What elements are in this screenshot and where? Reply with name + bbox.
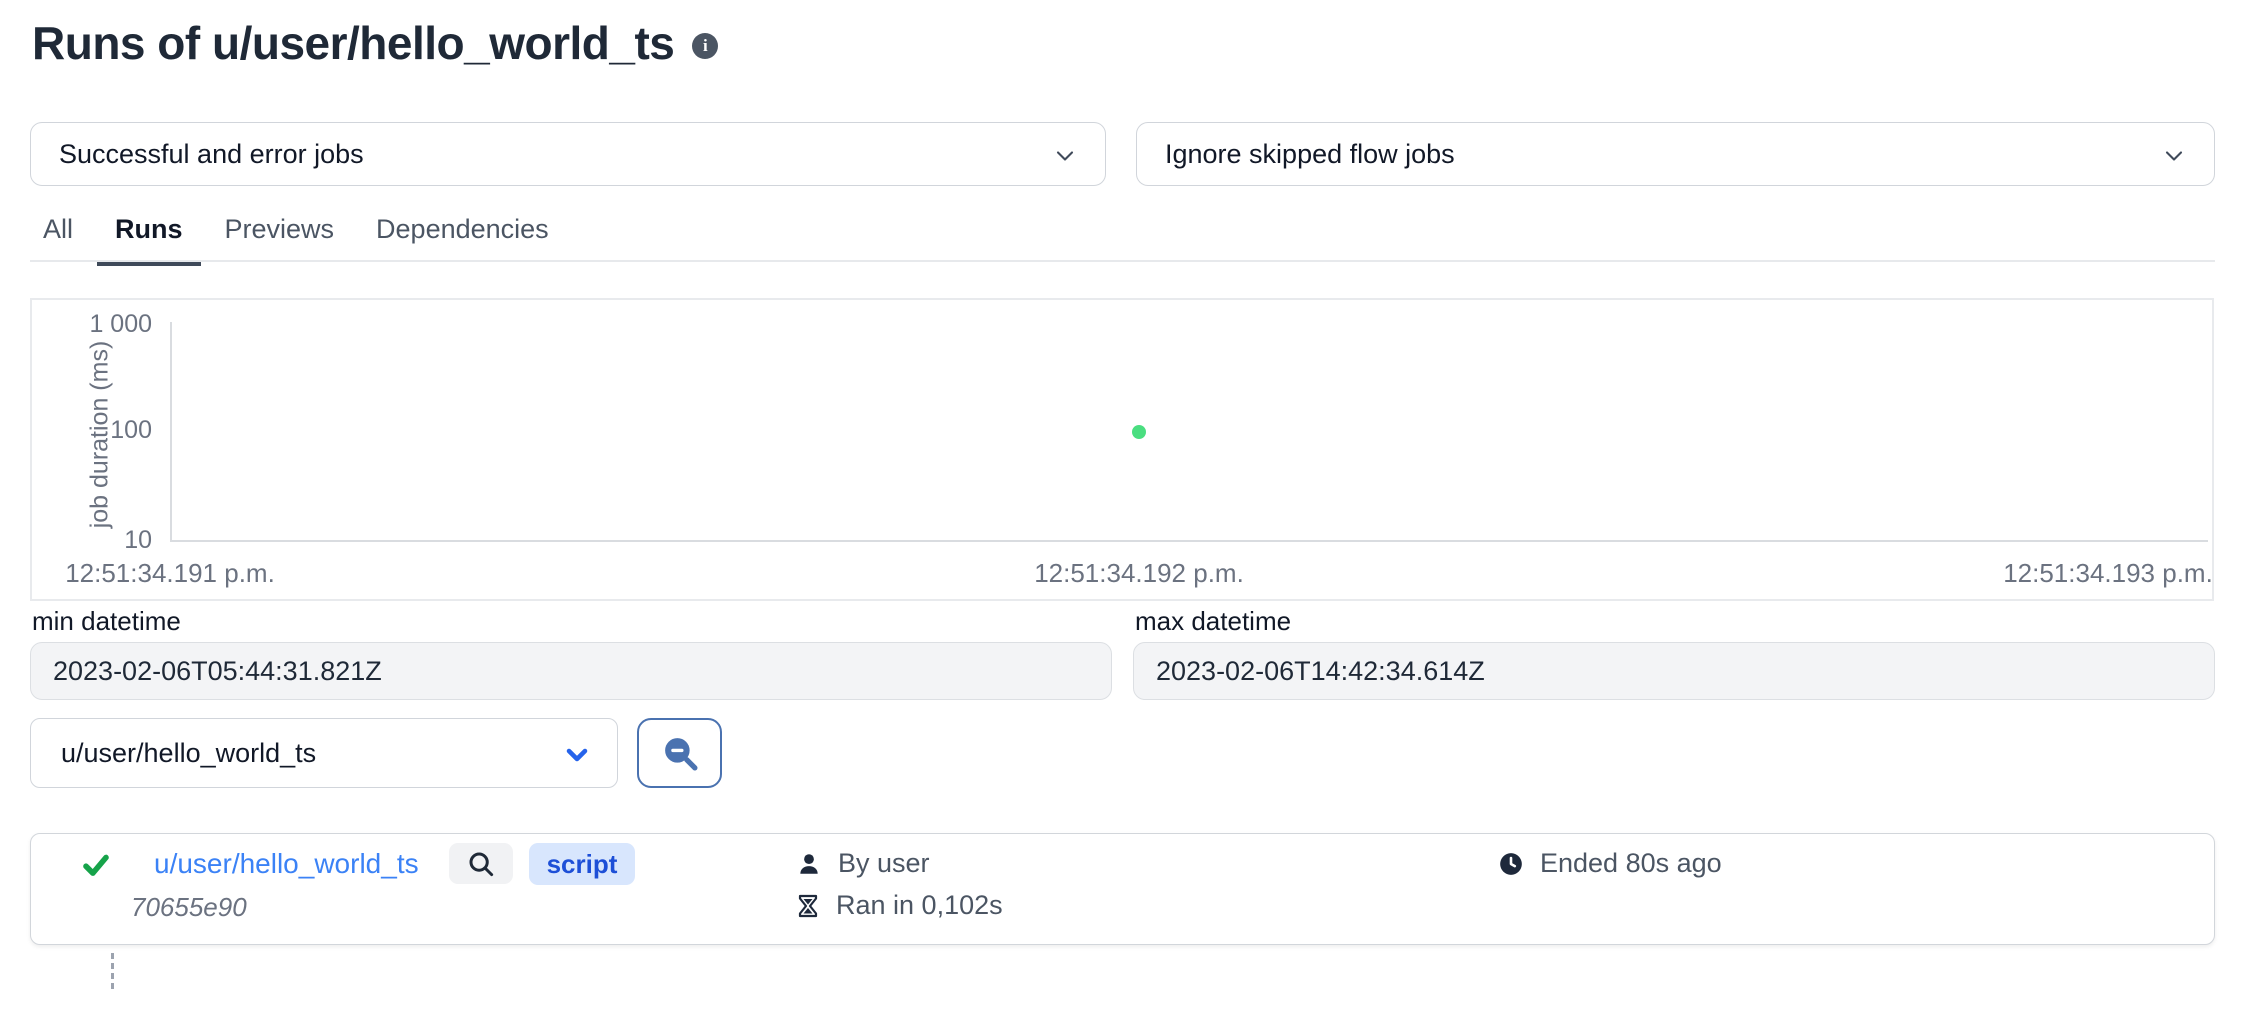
tab-all[interactable]: All	[25, 206, 91, 266]
runs-page: Runs of u/user/hello_world_ts i Successf…	[0, 0, 2248, 1026]
run-duration-label: Ran in 0,102s	[836, 890, 1003, 921]
chart-y-tick: 10	[40, 526, 152, 555]
tab-runs[interactable]: Runs	[97, 206, 201, 266]
duration-chart[interactable]: job duration (ms) 1 000 100 10 12:51:34.…	[30, 298, 2214, 601]
page-title: Runs of u/user/hello_world_ts	[32, 16, 674, 70]
chevron-down-icon	[561, 739, 593, 771]
job-kind-badge: script	[529, 843, 635, 885]
tab-bar: All Runs Previews Dependencies	[25, 206, 567, 266]
job-status-select-value: Successful and error jobs	[59, 139, 364, 170]
skipped-flow-jobs-select-value: Ignore skipped flow jobs	[1165, 139, 1455, 170]
run-inspect-button[interactable]	[449, 843, 513, 884]
search-button[interactable]	[637, 718, 722, 788]
run-data-point[interactable]	[1132, 425, 1146, 439]
chart-y-tick: 1 000	[40, 310, 152, 339]
run-path-link[interactable]: u/user/hello_world_ts	[154, 848, 419, 880]
run-duration-row: Ran in 0,102s	[796, 890, 1003, 921]
job-status-select[interactable]: Successful and error jobs	[30, 122, 1106, 186]
tab-divider	[30, 260, 2215, 262]
max-datetime-input[interactable]	[1133, 642, 2215, 700]
chart-y-tick: 100	[40, 416, 152, 445]
magnifier-icon	[466, 849, 496, 879]
tab-previews[interactable]: Previews	[207, 206, 353, 266]
run-by-label: By user	[838, 848, 930, 879]
run-by-row: By user	[796, 848, 930, 879]
tab-dependencies[interactable]: Dependencies	[358, 206, 567, 266]
page-title-row: Runs of u/user/hello_world_ts i	[32, 16, 718, 70]
run-ended-label: Ended 80s ago	[1540, 848, 1722, 879]
timeline-dashed-line	[111, 953, 114, 989]
min-datetime-input[interactable]	[30, 642, 1112, 700]
chevron-down-icon	[1051, 142, 1079, 170]
hourglass-icon	[796, 893, 820, 919]
chart-x-tick: 12:51:34.191 p.m.	[65, 558, 275, 589]
chart-x-tick: 12:51:34.193 p.m.	[2003, 558, 2213, 589]
chart-x-tick: 12:51:34.192 p.m.	[1034, 558, 1244, 589]
min-datetime-label: min datetime	[32, 606, 181, 637]
search-minus-icon	[659, 732, 701, 774]
script-path-select-value: u/user/hello_world_ts	[61, 738, 316, 769]
run-job-id: 70655e90	[131, 892, 247, 923]
clock-icon	[1498, 851, 1524, 877]
skipped-flow-jobs-select[interactable]: Ignore skipped flow jobs	[1136, 122, 2215, 186]
chevron-down-icon	[2160, 142, 2188, 170]
success-check-icon	[79, 850, 113, 880]
run-ended-row: Ended 80s ago	[1498, 848, 1722, 879]
chart-y-axis-line	[170, 322, 172, 542]
run-list-item[interactable]: u/user/hello_world_ts 70655e90 script By…	[30, 833, 2215, 945]
max-datetime-label: max datetime	[1135, 606, 1291, 637]
person-icon	[796, 851, 822, 877]
info-icon[interactable]: i	[692, 33, 718, 59]
script-path-select[interactable]: u/user/hello_world_ts	[30, 718, 618, 788]
chart-x-axis-line	[170, 540, 2208, 542]
